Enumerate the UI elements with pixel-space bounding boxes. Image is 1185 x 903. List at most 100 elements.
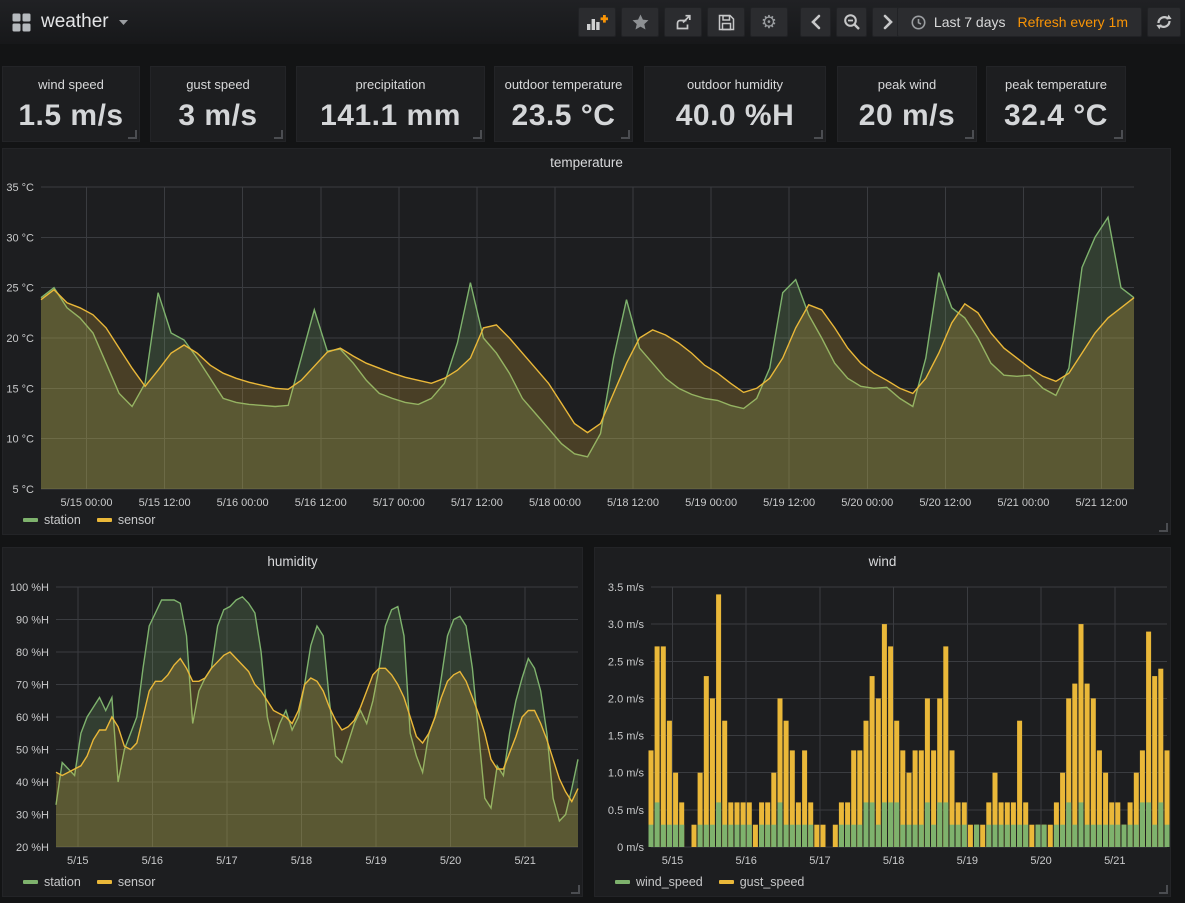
star-button[interactable] [621, 7, 659, 37]
navbar: weather [0, 0, 1185, 44]
svg-text:5/18: 5/18 [291, 855, 312, 867]
stat-value: 3 m/s [151, 99, 285, 133]
wind-panel: wind 3.5 m/s3.0 m/s2.5 m/s2.0 m/s1.5 m/s… [594, 547, 1171, 897]
svg-text:3.0 m/s: 3.0 m/s [608, 619, 645, 631]
dashboard-title: weather [41, 11, 109, 33]
resize-handle[interactable] [1114, 130, 1123, 139]
legend-label: station [44, 513, 81, 527]
panel-title[interactable]: wind [595, 554, 1170, 569]
svg-text:5/16: 5/16 [142, 855, 163, 867]
resize-handle[interactable] [621, 130, 630, 139]
legend-swatch [615, 880, 630, 884]
legend-label: gust_speed [740, 875, 805, 889]
stat-title[interactable]: peak wind [838, 77, 976, 92]
refresh-button[interactable] [1147, 7, 1181, 37]
refresh-icon [1155, 13, 1173, 31]
svg-text:5/18 12:00: 5/18 12:00 [607, 497, 659, 509]
stat-title[interactable]: peak temperature [987, 77, 1125, 92]
stat-title[interactable]: outdoor humidity [645, 77, 825, 92]
svg-text:90 %H: 90 %H [16, 615, 49, 627]
legend-item-station[interactable]: station [23, 513, 81, 527]
share-button[interactable] [664, 7, 702, 37]
resize-handle[interactable] [473, 130, 482, 139]
legend-item-station[interactable]: station [23, 875, 81, 889]
clock-icon [911, 15, 926, 30]
chevron-down-icon [119, 20, 128, 25]
stat-title[interactable]: gust speed [151, 77, 285, 92]
legend-swatch [719, 880, 734, 884]
star-icon [632, 14, 649, 30]
legend-swatch [23, 880, 38, 884]
humidity-chart[interactable]: 100 %H90 %H80 %H70 %H60 %H50 %H40 %H30 %… [3, 548, 584, 898]
svg-text:5/20 00:00: 5/20 00:00 [841, 497, 893, 509]
save-button[interactable] [707, 7, 745, 37]
svg-text:5/21: 5/21 [514, 855, 535, 867]
resize-handle[interactable] [128, 130, 137, 139]
svg-text:5/20: 5/20 [1030, 855, 1051, 867]
legend: station sensor [23, 875, 155, 889]
svg-text:1.0 m/s: 1.0 m/s [608, 768, 645, 780]
stat-value: 20 m/s [838, 99, 976, 133]
add-panel-icon [586, 14, 608, 31]
svg-text:5/20: 5/20 [440, 855, 461, 867]
settings-button[interactable]: ⚙ [750, 7, 788, 37]
svg-text:80 %H: 80 %H [16, 647, 49, 659]
stat-panel-wind-speed: wind speed 1.5 m/s [2, 66, 140, 142]
zoom-out-icon [843, 13, 861, 31]
svg-text:2.0 m/s: 2.0 m/s [608, 693, 645, 705]
panel-title[interactable]: temperature [3, 155, 1170, 170]
stat-title[interactable]: outdoor temperature [495, 77, 632, 92]
svg-text:5/17 12:00: 5/17 12:00 [451, 497, 503, 509]
svg-text:5/18: 5/18 [883, 855, 904, 867]
time-back-button[interactable] [800, 7, 831, 37]
svg-text:5/15 00:00: 5/15 00:00 [61, 497, 113, 509]
legend-item-wind-speed[interactable]: wind_speed [615, 875, 703, 889]
svg-text:30 %H: 30 %H [16, 810, 49, 822]
stat-value: 40.0 %H [645, 99, 825, 133]
svg-text:0 m/s: 0 m/s [617, 842, 644, 854]
svg-text:2.5 m/s: 2.5 m/s [608, 656, 645, 668]
svg-text:60 %H: 60 %H [16, 712, 49, 724]
svg-text:5/21: 5/21 [1104, 855, 1125, 867]
svg-text:20 °C: 20 °C [6, 333, 34, 345]
legend-item-sensor[interactable]: sensor [97, 513, 156, 527]
svg-text:1.5 m/s: 1.5 m/s [608, 731, 645, 743]
resize-handle[interactable] [571, 885, 580, 894]
stat-panel-outdoor-humidity: outdoor humidity 40.0 %H [644, 66, 826, 142]
time-range-picker[interactable]: Last 7 days Refresh every 1m [897, 7, 1142, 37]
grafana-dashboard: weather [0, 0, 1185, 903]
legend-item-gust-speed[interactable]: gust_speed [719, 875, 805, 889]
stat-title[interactable]: precipitation [297, 77, 484, 92]
legend-label: wind_speed [636, 875, 703, 889]
temperature-panel: temperature 35 °C30 °C25 °C20 °C15 °C10 … [2, 148, 1171, 535]
resize-handle[interactable] [274, 130, 283, 139]
svg-text:5/15 12:00: 5/15 12:00 [139, 497, 191, 509]
resize-handle[interactable] [1159, 523, 1168, 532]
stat-title[interactable]: wind speed [3, 77, 139, 92]
legend-label: station [44, 875, 81, 889]
temperature-chart[interactable]: 35 °C30 °C25 °C20 °C15 °C10 °C5 °C5/15 0… [3, 149, 1172, 536]
svg-text:5/21 00:00: 5/21 00:00 [997, 497, 1049, 509]
add-panel-button[interactable] [578, 7, 616, 37]
panel-title[interactable]: humidity [3, 554, 582, 569]
resize-handle[interactable] [1159, 885, 1168, 894]
legend-swatch [97, 518, 112, 522]
svg-text:5/19: 5/19 [957, 855, 978, 867]
time-picker-group: Last 7 days Refresh every 1m [897, 7, 1181, 37]
legend-item-sensor[interactable]: sensor [97, 875, 156, 889]
svg-text:30 °C: 30 °C [6, 232, 34, 244]
dashboard-menu[interactable]: weather [12, 0, 128, 44]
wind-chart[interactable]: 3.5 m/s3.0 m/s2.5 m/s2.0 m/s1.5 m/s1.0 m… [595, 548, 1172, 898]
svg-text:100 %H: 100 %H [10, 582, 49, 594]
resize-handle[interactable] [814, 130, 823, 139]
stat-value: 141.1 mm [297, 99, 484, 133]
zoom-out-button[interactable] [836, 7, 867, 37]
resize-handle[interactable] [965, 130, 974, 139]
dashboard-toolbar: ⚙ [578, 7, 788, 37]
svg-text:5/16 00:00: 5/16 00:00 [217, 497, 269, 509]
svg-text:5/19 00:00: 5/19 00:00 [685, 497, 737, 509]
svg-text:35 °C: 35 °C [6, 182, 34, 194]
svg-text:5/19 12:00: 5/19 12:00 [763, 497, 815, 509]
svg-text:25 °C: 25 °C [6, 283, 34, 295]
stat-panel-precipitation: precipitation 141.1 mm [296, 66, 485, 142]
